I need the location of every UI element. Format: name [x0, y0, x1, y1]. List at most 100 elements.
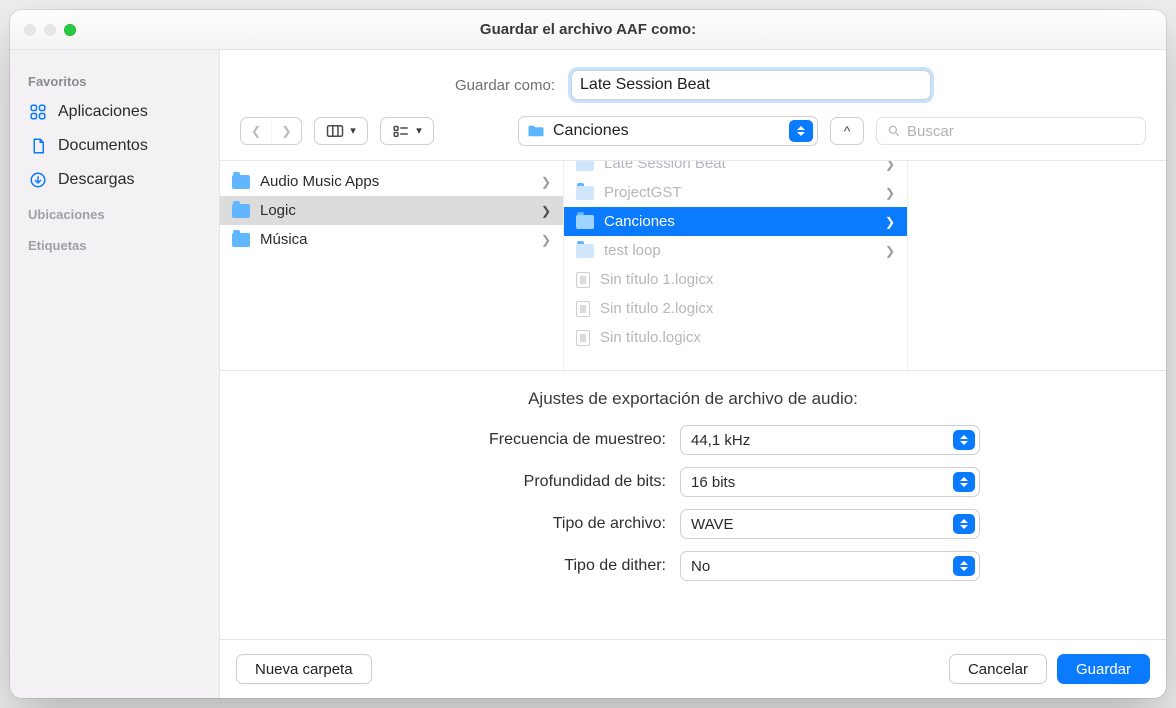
sidebar-item-label: Descargas [58, 171, 134, 189]
chevron-right-icon: ❯ [885, 244, 895, 258]
setting-label-sample-rate: Frecuencia de muestreo: [406, 431, 666, 449]
search-input[interactable] [907, 123, 1135, 140]
folder-icon [576, 244, 594, 258]
chevron-right-icon: ❯ [885, 161, 895, 171]
folder-icon [576, 215, 594, 229]
sidebar-heading-favorites: Favoritos [20, 66, 209, 93]
download-icon [28, 170, 48, 190]
chevron-right-icon: ❯ [281, 125, 291, 137]
stepper-icon [953, 514, 975, 534]
file-type-select[interactable]: WAVE [680, 509, 980, 539]
folder-icon [232, 204, 250, 218]
sidebar: Favoritos Aplicaciones Documentos [10, 50, 220, 698]
chevron-right-icon: ❯ [541, 175, 551, 189]
stepper-icon [953, 472, 975, 492]
folder-icon [576, 186, 594, 200]
nav-forward-button[interactable]: ❯ [271, 118, 301, 144]
select-value: WAVE [691, 516, 734, 533]
titlebar: Guardar el archivo AAF como: [10, 10, 1166, 50]
chevron-up-icon: ^ [844, 123, 851, 139]
sidebar-item-label: Documentos [58, 137, 148, 155]
file-item[interactable]: Sin título 1.logicx [564, 265, 907, 294]
column-browser: Audio Music Apps ❯ Logic ❯ Música ❯ [220, 160, 1166, 370]
select-value: 44,1 kHz [691, 432, 750, 449]
dither-select[interactable]: No [680, 551, 980, 581]
folder-item[interactable]: Audio Music Apps ❯ [220, 167, 563, 196]
item-label: Audio Music Apps [260, 173, 379, 190]
save-as-row: Guardar como: [220, 50, 1166, 108]
export-settings: Ajustes de exportación de archivo de aud… [220, 370, 1166, 589]
setting-label-file-type: Tipo de archivo: [406, 515, 666, 533]
sidebar-item-applications[interactable]: Aplicaciones [20, 97, 209, 127]
item-label: ProjectGST [604, 184, 682, 201]
sidebar-item-label: Aplicaciones [58, 103, 148, 121]
folder-item[interactable]: test loop ❯ [564, 236, 907, 265]
sample-rate-select[interactable]: 44,1 kHz [680, 425, 980, 455]
folder-item[interactable]: Late Session Beat ❯ [564, 161, 907, 178]
save-dialog-window: Guardar el archivo AAF como: Favoritos A… [10, 10, 1166, 698]
folder-icon [527, 124, 545, 138]
file-item[interactable]: Sin título.logicx [564, 323, 907, 352]
folder-item[interactable]: ProjectGST ❯ [564, 178, 907, 207]
item-label: Música [260, 231, 308, 248]
cancel-button[interactable]: Cancelar [949, 654, 1047, 684]
item-label: Sin título 2.logicx [600, 300, 713, 317]
folder-item-selected[interactable]: Canciones ❯ [564, 207, 907, 236]
save-as-input[interactable] [571, 70, 931, 100]
finder-toolbar: ❮ ❯ ▾ ▾ [220, 108, 1166, 160]
main-area: Guardar como: ❮ ❯ ▾ ▾ [220, 50, 1166, 698]
browser-column-3[interactable] [908, 161, 1166, 370]
columns-view-icon [326, 124, 344, 138]
file-icon [576, 272, 590, 288]
browser-column-2[interactable]: Late Session Beat ❯ ProjectGST ❯ Cancion… [564, 161, 908, 370]
file-icon [576, 330, 590, 346]
sidebar-item-documents[interactable]: Documentos [20, 131, 209, 161]
chevron-right-icon: ❯ [885, 186, 895, 200]
stepper-icon [953, 556, 975, 576]
select-value: 16 bits [691, 474, 735, 491]
search-field[interactable] [876, 117, 1146, 145]
export-settings-title: Ajustes de exportación de archivo de aud… [528, 389, 858, 409]
search-icon [887, 124, 901, 138]
stepper-icon [953, 430, 975, 450]
save-button[interactable]: Guardar [1057, 654, 1150, 684]
folder-item[interactable]: Música ❯ [220, 225, 563, 254]
app-grid-icon [28, 102, 48, 122]
item-label: Late Session Beat [604, 161, 726, 172]
nav-back-forward: ❮ ❯ [240, 117, 302, 145]
nav-back-button[interactable]: ❮ [241, 118, 271, 144]
item-label: Sin título.logicx [600, 329, 701, 346]
browser-column-1[interactable]: Audio Music Apps ❯ Logic ❯ Música ❯ [220, 161, 564, 370]
path-popup-label: Canciones [553, 122, 629, 140]
file-item[interactable]: Sin título 2.logicx [564, 294, 907, 323]
item-label: Canciones [604, 213, 675, 230]
collapse-button[interactable]: ^ [830, 117, 864, 145]
path-popup[interactable]: Canciones [518, 116, 818, 146]
sidebar-heading-locations: Ubicaciones [20, 199, 209, 226]
file-icon [576, 301, 590, 317]
chevron-down-icon: ▾ [416, 128, 422, 135]
sidebar-item-downloads[interactable]: Descargas [20, 165, 209, 195]
folder-icon [232, 175, 250, 189]
document-icon [28, 136, 48, 156]
save-as-label: Guardar como: [455, 77, 555, 94]
folder-item[interactable]: Logic ❯ [220, 196, 563, 225]
chevron-down-icon: ▾ [350, 128, 356, 135]
chevron-right-icon: ❯ [541, 233, 551, 247]
setting-label-bit-depth: Profundidad de bits: [406, 473, 666, 491]
view-columns-button[interactable]: ▾ [314, 117, 368, 145]
new-folder-button[interactable]: Nueva carpeta [236, 654, 372, 684]
bit-depth-select[interactable]: 16 bits [680, 467, 980, 497]
chevron-left-icon: ❮ [251, 125, 261, 137]
sidebar-heading-tags: Etiquetas [20, 230, 209, 257]
item-label: Sin título 1.logicx [600, 271, 713, 288]
item-label: Logic [260, 202, 296, 219]
setting-label-dither: Tipo de dither: [406, 557, 666, 575]
chevron-right-icon: ❯ [541, 204, 551, 218]
folder-icon [576, 161, 594, 171]
dialog-footer: Nueva carpeta Cancelar Guardar [220, 639, 1166, 698]
window-title: Guardar el archivo AAF como: [10, 21, 1166, 38]
chevron-right-icon: ❯ [885, 215, 895, 229]
group-by-button[interactable]: ▾ [380, 117, 434, 145]
item-label: test loop [604, 242, 661, 259]
